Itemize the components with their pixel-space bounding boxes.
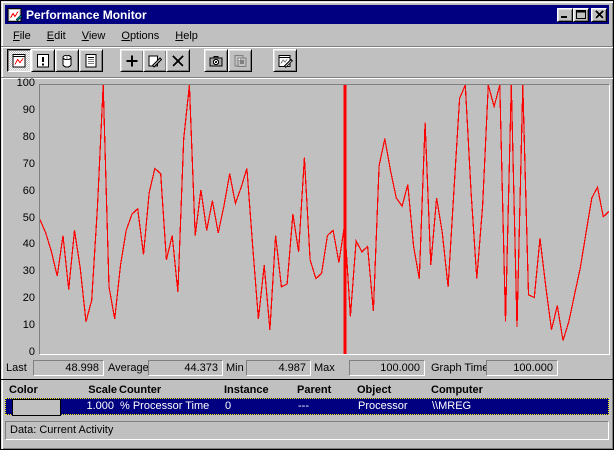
legend-header-color: Color	[9, 382, 38, 398]
y-axis-tick: 40	[1, 238, 35, 251]
log-view-button[interactable]	[55, 49, 79, 72]
y-axis-tick: 60	[1, 185, 35, 198]
stat-label-min: Min	[226, 360, 244, 376]
chart-options-icon	[277, 53, 293, 69]
legend-cell-computer: \\MREG	[432, 399, 471, 414]
window-title: Performance Monitor	[26, 8, 147, 22]
menu-separator	[1, 46, 613, 48]
update-data-button[interactable]	[204, 49, 228, 72]
close-button[interactable]	[591, 8, 607, 22]
alert-view-button[interactable]	[31, 49, 55, 72]
y-axis-tick: 90	[1, 104, 35, 117]
chart-view-icon	[11, 53, 27, 69]
add-counter-button[interactable]	[120, 49, 144, 72]
menu-options[interactable]: Options	[113, 28, 167, 44]
y-axis-tick: 100	[1, 77, 35, 90]
update-data-camera-icon	[208, 53, 224, 69]
report-view-icon	[83, 53, 99, 69]
minimize-icon	[560, 10, 570, 19]
legend-header-counter: Counter	[119, 382, 161, 398]
minimize-button[interactable]	[557, 8, 573, 22]
stat-label-average: Average	[108, 360, 149, 376]
menu-bar: File Edit View Options Help	[5, 26, 609, 45]
chart-plot-area	[39, 84, 610, 355]
legend-header-computer: Computer	[431, 382, 483, 398]
legend-cell-scale: 1.000	[62, 399, 114, 414]
stat-label-last: Last	[6, 360, 27, 376]
menu-view[interactable]: View	[74, 28, 114, 44]
performance-monitor-window: Performance Monitor File Edit View Optio…	[0, 0, 614, 450]
stat-label-max: Max	[314, 360, 335, 376]
stat-label-graph-time: Graph Time	[431, 360, 488, 376]
y-axis-tick: 10	[1, 319, 35, 332]
legend-cell-counter: % Processor Time	[120, 399, 209, 414]
delete-counter-button[interactable]	[166, 49, 190, 72]
menu-help[interactable]: Help	[167, 28, 206, 44]
stat-value-graph-time: 100.000	[486, 360, 558, 376]
legend-cell-object: Processor	[358, 399, 408, 414]
legend-header: Color Scale Counter Instance Parent Obje…	[5, 382, 609, 398]
y-axis-tick: 30	[1, 265, 35, 278]
titlebar-buttons	[557, 8, 609, 22]
log-view-icon	[59, 53, 75, 69]
legend-cell-parent: ---	[298, 399, 309, 414]
stat-value-average: 44.373	[148, 360, 223, 376]
modify-counter-button[interactable]	[143, 49, 167, 72]
legend-divider	[1, 379, 613, 380]
legend-header-scale: Scale	[65, 382, 117, 398]
processor-time-line	[40, 85, 609, 341]
y-axis-tick: 50	[1, 212, 35, 225]
title-bar[interactable]: Performance Monitor	[5, 5, 609, 24]
app-icon	[7, 7, 23, 23]
report-view-button[interactable]	[79, 49, 103, 72]
delete-counter-icon	[170, 53, 186, 69]
stat-value-last: 48.998	[33, 360, 104, 376]
stat-value-min: 4.987	[246, 360, 311, 376]
modify-counter-icon	[147, 53, 163, 69]
menu-edit[interactable]: Edit	[39, 28, 74, 44]
status-bar: Data: Current Activity	[5, 421, 609, 440]
chart-timeline-marker	[344, 85, 347, 354]
legend-cell-instance: 0	[225, 399, 231, 414]
chart-view-button[interactable]	[7, 49, 31, 72]
options-button[interactable]	[273, 49, 297, 72]
legend-header-parent: Parent	[297, 382, 331, 398]
close-icon	[595, 10, 604, 19]
legend-row-processor-time[interactable]: 1.000 % Processor Time 0 --- Processor \…	[5, 398, 609, 415]
alert-view-icon	[35, 53, 51, 69]
menu-file[interactable]: File	[5, 28, 39, 44]
bookmark-icon	[232, 53, 248, 69]
counter-color-swatch	[12, 399, 61, 416]
bookmark-button[interactable]	[228, 49, 252, 72]
maximize-icon	[576, 10, 586, 19]
add-counter-icon	[124, 53, 140, 69]
legend-header-object: Object	[357, 382, 391, 398]
y-axis-tick: 80	[1, 131, 35, 144]
toolbar-separator	[1, 77, 613, 79]
y-axis-tick: 0	[1, 346, 35, 359]
y-axis-tick: 20	[1, 292, 35, 305]
y-axis-tick: 70	[1, 158, 35, 171]
legend-header-instance: Instance	[224, 382, 269, 398]
chart-line-svg	[40, 85, 609, 354]
stat-value-max: 100.000	[349, 360, 425, 376]
maximize-button[interactable]	[573, 8, 589, 22]
